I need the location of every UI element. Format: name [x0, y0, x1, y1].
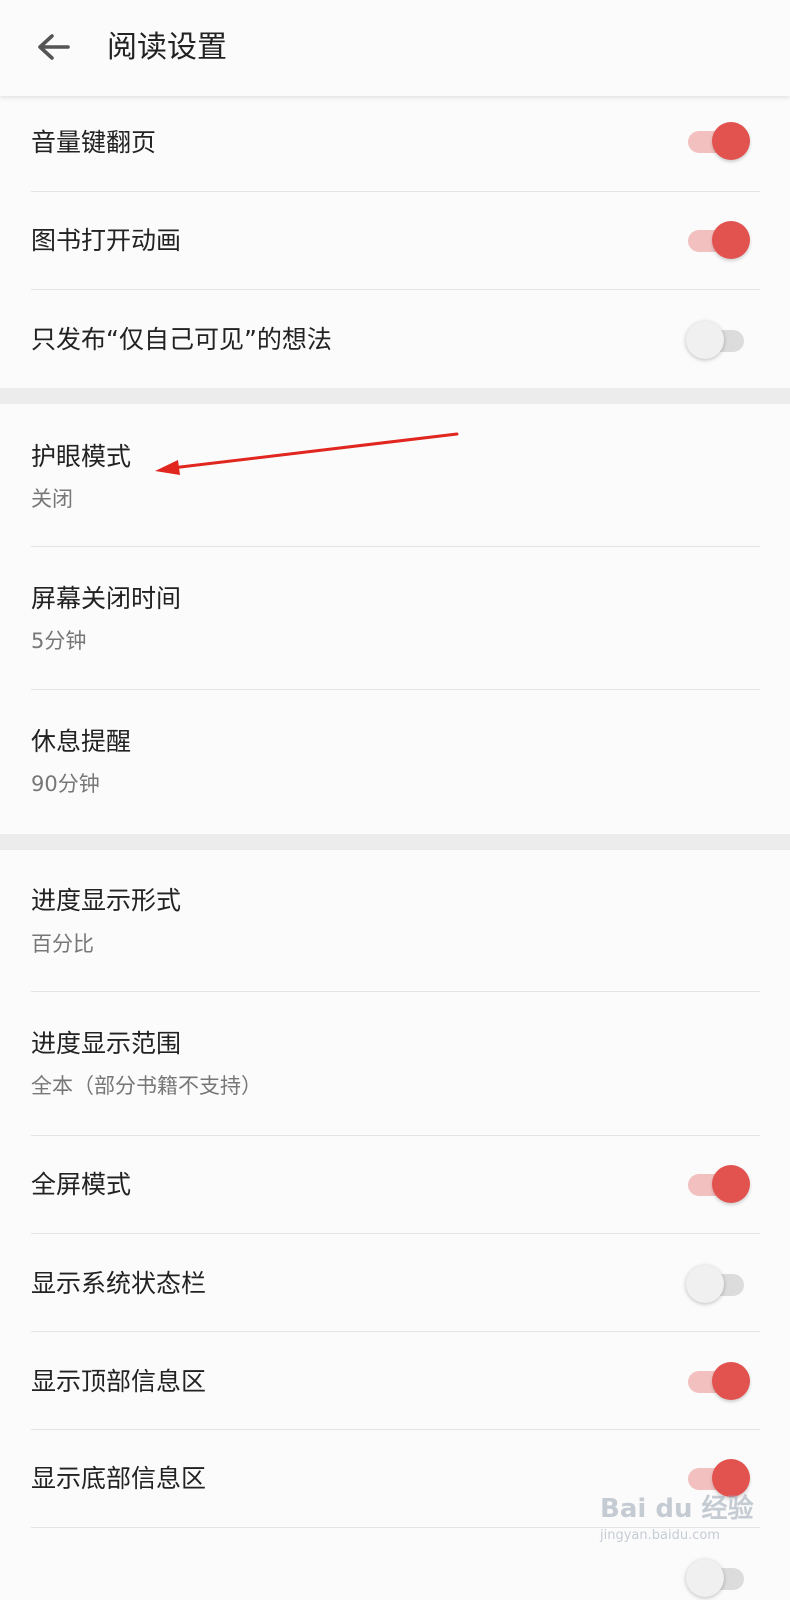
- setting-label: 进度显示形式: [31, 886, 182, 915]
- setting-label: 进度显示范围: [31, 1029, 182, 1058]
- volume-key-toggle[interactable]: [686, 121, 750, 161]
- setting-rest-reminder[interactable]: 休息提醒 90分钟: [31, 690, 760, 834]
- setting-label: 只发布“仅自己可见”的想法: [31, 325, 332, 354]
- app-bar: 阅读设置: [0, 0, 790, 96]
- watermark: Bai du 经验 jingyan.baidu.com: [600, 1488, 760, 1558]
- setting-label: 护眼模式: [31, 442, 132, 471]
- setting-value: 90分钟: [31, 772, 100, 796]
- setting-eye-protection[interactable]: 护眼模式 关闭: [31, 404, 760, 547]
- watermark-logo: Bai du 经验: [600, 1494, 754, 1524]
- setting-progress-display-range[interactable]: 进度显示范围 全本（部分书籍不支持）: [31, 992, 760, 1136]
- top-info-toggle[interactable]: [686, 1361, 750, 1401]
- status-bar-toggle[interactable]: [686, 1264, 750, 1304]
- watermark-url: jingyan.baidu.com: [600, 1528, 720, 1543]
- setting-label: 显示底部信息区: [31, 1464, 207, 1493]
- private-thoughts-toggle[interactable]: [686, 320, 750, 360]
- partial-row-toggle[interactable]: [686, 1558, 750, 1598]
- setting-value: 全本（部分书籍不支持）: [31, 1074, 262, 1098]
- fullscreen-toggle[interactable]: [686, 1164, 750, 1204]
- setting-label: 显示顶部信息区: [31, 1367, 207, 1396]
- setting-private-thoughts-only[interactable]: 只发布“仅自己可见”的想法: [31, 290, 760, 388]
- setting-value: 5分钟: [31, 629, 87, 653]
- setting-label: 显示系统状态栏: [31, 1269, 207, 1298]
- setting-label: 全屏模式: [31, 1170, 132, 1199]
- section-divider: [0, 834, 790, 850]
- setting-fullscreen-mode[interactable]: 全屏模式: [31, 1136, 760, 1234]
- section-divider: [0, 388, 790, 404]
- back-button[interactable]: [28, 24, 78, 74]
- setting-volume-key-page-turn[interactable]: 音量键翻页: [31, 96, 760, 192]
- book-open-animation-toggle[interactable]: [686, 220, 750, 260]
- setting-label: 图书打开动画: [31, 226, 182, 255]
- arrow-left-icon: [38, 34, 70, 60]
- setting-label: 休息提醒: [31, 727, 132, 756]
- setting-screen-timeout[interactable]: 屏幕关闭时间 5分钟: [31, 547, 760, 690]
- setting-book-open-animation[interactable]: 图书打开动画: [31, 192, 760, 290]
- setting-label: 屏幕关闭时间: [31, 584, 182, 613]
- setting-show-status-bar[interactable]: 显示系统状态栏: [31, 1234, 760, 1332]
- setting-progress-display-format[interactable]: 进度显示形式 百分比: [31, 850, 760, 992]
- setting-value: 百分比: [31, 932, 94, 956]
- page-title: 阅读设置: [107, 30, 227, 65]
- setting-label: 音量键翻页: [31, 128, 157, 157]
- setting-show-top-info[interactable]: 显示顶部信息区: [31, 1332, 760, 1430]
- setting-value: 关闭: [31, 487, 73, 511]
